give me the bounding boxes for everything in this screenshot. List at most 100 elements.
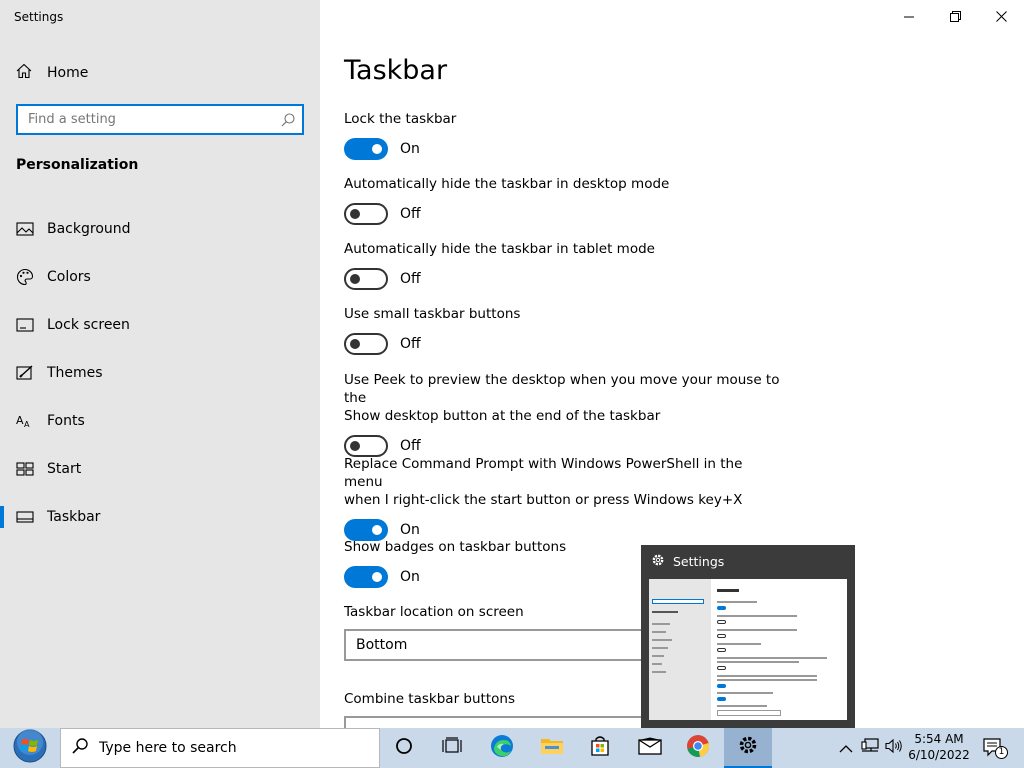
minimize-icon: [904, 7, 914, 26]
restore-icon: [949, 7, 961, 26]
cortana-icon: [395, 737, 413, 759]
autohide-desktop-toggle[interactable]: [344, 203, 388, 225]
toggle-state-label: On: [400, 569, 420, 585]
toggle-state-label: Off: [400, 271, 421, 287]
volume-button[interactable]: [884, 738, 904, 758]
taskbar-search-placeholder: Type here to search: [99, 740, 237, 756]
app-title: Settings: [14, 10, 64, 24]
sidebar-nav: Background Colors Lock screen Themes AA …: [0, 205, 320, 541]
notification-count-badge: 1: [995, 746, 1008, 759]
setting-lock-taskbar: Lock the taskbar On: [344, 110, 784, 160]
edge-button[interactable]: [478, 728, 526, 768]
toggle-state-label: On: [400, 522, 420, 538]
close-icon: [995, 7, 1007, 26]
restore-button[interactable]: [932, 0, 978, 32]
sidebar-item-label: Colors: [47, 269, 91, 285]
cortana-button[interactable]: [380, 728, 428, 768]
notification-icon: 1: [983, 738, 1008, 759]
setting-autohide-tablet: Automatically hide the taskbar in tablet…: [344, 240, 784, 290]
toggle-state-label: Off: [400, 438, 421, 454]
autohide-tablet-toggle[interactable]: [344, 268, 388, 290]
speaker-icon: [885, 738, 903, 758]
window-thumbnail-preview[interactable]: Settings: [641, 545, 855, 728]
toggle-state-label: Off: [400, 206, 421, 222]
task-view-icon: [442, 737, 462, 759]
clock-date: 6/10/2022: [908, 748, 970, 762]
sidebar: Settings Home Personalization Background…: [0, 0, 320, 728]
thumbnail-content: [649, 579, 847, 720]
edge-icon: [490, 734, 514, 762]
sidebar-item-label: Start: [47, 461, 82, 477]
gear-icon: [651, 553, 665, 570]
setting-label: Lock the taskbar: [344, 111, 457, 127]
svg-text:A: A: [16, 414, 24, 427]
start-grid-icon: [16, 460, 34, 478]
taskbar-clock[interactable]: 5:54 AM 6/10/2022: [906, 731, 972, 763]
taskbar-location-dropdown[interactable]: Bottom: [344, 629, 644, 661]
sidebar-item-label: Taskbar: [47, 509, 101, 525]
sidebar-item-background[interactable]: Background: [0, 205, 320, 253]
thumbnail-title-label: Settings: [673, 554, 725, 569]
store-button[interactable]: [576, 728, 624, 768]
peek-toggle[interactable]: [344, 435, 388, 457]
page-title: Taskbar: [344, 55, 448, 86]
lock-screen-icon: [16, 316, 34, 334]
close-button[interactable]: [978, 0, 1024, 32]
settings-search-box[interactable]: [16, 104, 304, 135]
sidebar-item-home[interactable]: Home: [16, 62, 88, 84]
picture-icon: [16, 220, 34, 238]
sidebar-item-label: Themes: [47, 365, 103, 381]
sidebar-item-start[interactable]: Start: [0, 445, 320, 493]
setting-label-line2: Show desktop button at the end of the ta…: [344, 408, 661, 424]
taskbar-search-box[interactable]: Type here to search: [60, 728, 380, 768]
setting-powershell: Replace Command Prompt with Windows Powe…: [344, 455, 784, 541]
mail-button[interactable]: [626, 728, 674, 768]
setting-label-line1: Replace Command Prompt with Windows Powe…: [344, 456, 743, 490]
lock-taskbar-toggle[interactable]: [344, 138, 388, 160]
mail-icon: [638, 737, 662, 759]
setting-label-line2: when I right-click the start button or p…: [344, 492, 743, 508]
sidebar-item-lock-screen[interactable]: Lock screen: [0, 301, 320, 349]
themes-icon: [16, 364, 34, 382]
setting-label: Automatically hide the taskbar in deskto…: [344, 176, 670, 192]
search-icon[interactable]: [280, 112, 296, 128]
file-explorer-button[interactable]: [528, 728, 576, 768]
setting-label: Automatically hide the taskbar in tablet…: [344, 241, 655, 257]
sidebar-item-taskbar[interactable]: Taskbar: [0, 493, 320, 541]
show-hidden-icons-button[interactable]: [836, 738, 856, 758]
network-button[interactable]: [860, 738, 880, 758]
search-input[interactable]: [18, 106, 268, 133]
windows-orb-icon: [12, 728, 48, 768]
sidebar-item-themes[interactable]: Themes: [0, 349, 320, 397]
thumbnail-title: Settings: [651, 553, 724, 570]
setting-peek: Use Peek to preview the desktop when you…: [344, 371, 784, 457]
minimize-button[interactable]: [886, 0, 932, 32]
setting-label: Use small taskbar buttons: [344, 306, 521, 322]
sidebar-item-label: Fonts: [47, 413, 85, 429]
start-button[interactable]: [0, 728, 60, 768]
thumbnail-sidebar: [649, 579, 711, 720]
windows-taskbar: Type here to search 5:54 AM 6/10/2022 1: [0, 728, 1024, 768]
setting-label-line1: Use Peek to preview the desktop when you…: [344, 372, 780, 406]
home-icon: [16, 63, 32, 83]
folder-icon: [540, 736, 564, 760]
small-buttons-toggle[interactable]: [344, 333, 388, 355]
sidebar-item-label: Background: [47, 221, 131, 237]
settings-taskbar-button[interactable]: [724, 728, 772, 768]
toggle-state-label: On: [400, 141, 420, 157]
action-center-button[interactable]: 1: [982, 738, 1008, 759]
clock-time: 5:54 AM: [914, 732, 964, 746]
store-icon: [589, 735, 611, 761]
palette-icon: [16, 268, 34, 286]
svg-text:A: A: [24, 420, 30, 429]
sidebar-item-fonts[interactable]: AA Fonts: [0, 397, 320, 445]
network-icon: [861, 738, 879, 758]
chrome-icon: [686, 734, 710, 762]
sidebar-item-colors[interactable]: Colors: [0, 253, 320, 301]
section-title: Personalization: [16, 157, 139, 173]
sidebar-item-label: Lock screen: [47, 317, 130, 333]
chrome-button[interactable]: [674, 728, 722, 768]
setting-autohide-desktop: Automatically hide the taskbar in deskto…: [344, 175, 784, 225]
task-view-button[interactable]: [428, 728, 476, 768]
badges-toggle[interactable]: [344, 566, 388, 588]
